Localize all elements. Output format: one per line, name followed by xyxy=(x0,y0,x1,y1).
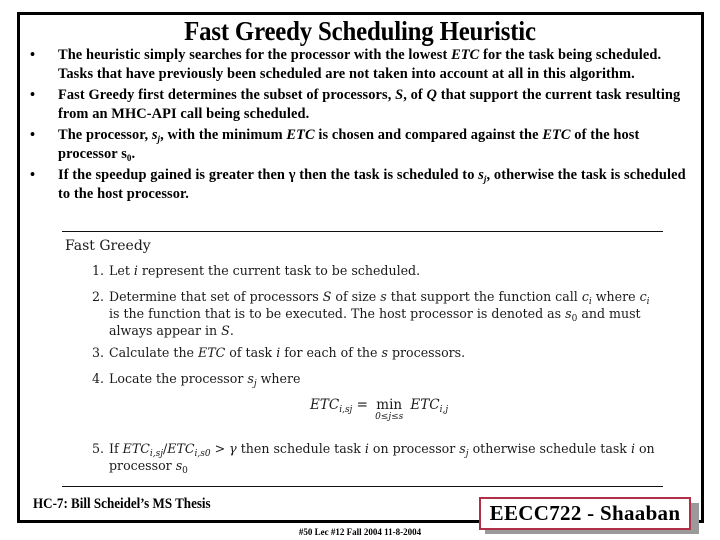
course-badge-label: EECC722 - Shaaban xyxy=(489,501,681,525)
text-run: i,s0 xyxy=(194,449,211,459)
text-run: j xyxy=(157,134,161,144)
bullet-item: • The processor, sj, with the minimum ET… xyxy=(30,126,690,164)
formula-equals: = xyxy=(356,397,368,413)
text-run: i xyxy=(646,297,650,307)
formula-lhs-sub: i,sj xyxy=(339,405,353,415)
text-run: s xyxy=(381,345,388,360)
step-number: 2. xyxy=(91,289,104,304)
step-text: Let i represent the current task to be s… xyxy=(109,263,421,278)
algorithm-figure: Fast Greedy 1. Let i represent the curre… xyxy=(62,231,663,487)
text-run: 0 xyxy=(571,314,578,324)
formula-min-operator: min 0≤j≤s xyxy=(375,397,403,422)
algorithm-title: Fast Greedy xyxy=(65,238,151,254)
bullet-icon: • xyxy=(30,167,36,183)
text-run: j xyxy=(465,449,469,459)
step-text: Locate the processor sj where xyxy=(109,371,301,389)
bullet-text: Fast Greedy first determines the subset … xyxy=(58,87,681,122)
text-run: γ xyxy=(229,441,237,456)
bullet-icon: • xyxy=(30,127,36,143)
text-run: ETC xyxy=(198,345,226,360)
text-run: ETC xyxy=(451,47,480,63)
bullet-item: • Fast Greedy first determines the subse… xyxy=(30,86,690,124)
bullet-item: • If the speedup gained is greater then … xyxy=(30,166,690,204)
formula-rhs-sub: i,j xyxy=(439,405,449,415)
formula-min-label: min xyxy=(376,397,403,413)
text-run: S xyxy=(395,87,404,103)
step-text: If ETCi,sj/ETCi,s0 > γ then schedule tas… xyxy=(109,441,655,476)
bullet-text: The heuristic simply searches for the pr… xyxy=(58,47,662,82)
text-run: ETC xyxy=(167,441,195,456)
step-text: Calculate the ETC of task i for each of … xyxy=(109,345,466,360)
text-run: Q xyxy=(426,87,437,103)
bullet-icon: • xyxy=(30,87,36,103)
step-text: Determine that set of processors S of si… xyxy=(109,289,650,338)
text-run: i xyxy=(588,297,592,307)
text-run: s xyxy=(380,289,387,304)
text-run: ETC xyxy=(286,127,315,143)
text-run: c xyxy=(639,289,647,304)
bullet-list: • The heuristic simply searches for the … xyxy=(30,46,690,206)
bullet-item: • The heuristic simply searches for the … xyxy=(30,46,690,84)
text-run: S xyxy=(322,289,332,304)
footer-source-note: HC-7: Bill Scheidel’s MS Thesis xyxy=(33,496,211,512)
formula-lhs: ETC xyxy=(310,397,340,413)
min-etc-formula: ETCi,sj = min 0≤j≤s ETCi,j xyxy=(310,397,449,422)
text-run: j xyxy=(483,174,487,184)
text-run: i xyxy=(364,441,369,456)
formula-rhs: ETC xyxy=(410,397,440,413)
slide-title: Fast Greedy Scheduling Heuristic xyxy=(184,16,536,46)
course-badge: EECC722 - Shaaban xyxy=(479,497,691,530)
text-run: i,sj xyxy=(149,449,164,459)
bullet-text: If the speedup gained is greater then γ … xyxy=(58,167,686,202)
step-number: 5. xyxy=(91,441,104,456)
step-number: 3. xyxy=(91,345,104,360)
text-run: c xyxy=(581,289,589,304)
text-run: i xyxy=(276,345,281,360)
bullet-text: The processor, sj, with the minimum ETC … xyxy=(58,127,640,163)
text-run: 0 xyxy=(182,466,188,476)
text-run: ETC xyxy=(122,441,150,456)
text-run: S xyxy=(221,323,230,338)
text-run: ETC xyxy=(542,127,571,143)
step-number: 4. xyxy=(91,371,104,386)
step-number: 1. xyxy=(91,263,104,278)
text-run: j xyxy=(253,379,257,389)
formula-min-range: 0≤j≤s xyxy=(375,412,404,422)
text-run: i xyxy=(630,441,635,456)
text-run: 0 xyxy=(126,153,132,163)
text-run: i xyxy=(133,263,138,278)
bullet-icon: • xyxy=(30,47,36,63)
